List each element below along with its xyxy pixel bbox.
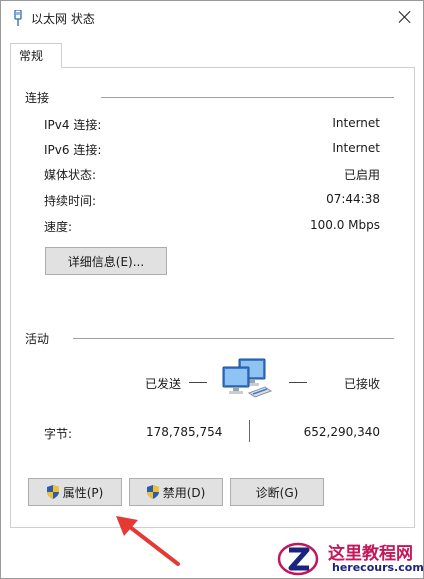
watermark-logo-icon [277, 542, 319, 576]
title-bar[interactable]: 以太网 状态 [1, 1, 423, 35]
speed-label: 速度: [44, 220, 73, 234]
sent-dash [189, 382, 207, 383]
ipv6-value: Internet [332, 141, 380, 155]
received-dash [289, 382, 307, 383]
network-computers-icon [222, 358, 273, 398]
watermark-url: herecours.com [332, 561, 424, 574]
activity-section-title: 活动 [25, 332, 50, 346]
status-window: 以太网 状态 常规 连接 IPv4 连接: Internet IPv6 连接: … [0, 0, 424, 579]
ipv4-label: IPv4 连接: [44, 118, 102, 132]
properties-button[interactable]: 属性(P) [28, 478, 122, 506]
uac-shield-icon [46, 485, 59, 499]
general-panel [10, 67, 415, 528]
sent-label: 已发送 [145, 377, 182, 391]
details-button-label: 详细信息(E)... [67, 254, 145, 269]
media-state-value: 已启用 [343, 168, 380, 182]
tab-general[interactable]: 常规 [10, 43, 62, 68]
diagnose-button-label: 诊断(G) [255, 485, 299, 500]
bytes-label: 字节: [44, 427, 73, 441]
ipv6-label: IPv6 连接: [44, 143, 102, 157]
disable-button-label: 禁用(D) [162, 485, 206, 500]
properties-button-label: 属性(P) [62, 485, 104, 500]
speed-value: 100.0 Mbps [309, 218, 380, 232]
bytes-separator [249, 420, 250, 442]
disable-button[interactable]: 禁用(D) [129, 478, 223, 506]
connection-section-title: 连接 [25, 91, 50, 105]
activity-divider [73, 338, 394, 339]
uac-shield-icon [146, 485, 159, 499]
watermark: 这里教程网 herecours.com [276, 535, 424, 579]
close-icon[interactable] [397, 9, 413, 25]
bytes-received-value: 652,290,340 [303, 425, 380, 439]
annotation-arrow-icon [116, 516, 180, 566]
duration-label: 持续时间: [44, 194, 97, 208]
bytes-sent-value: 178,785,754 [146, 425, 223, 439]
received-label: 已接收 [344, 377, 381, 391]
details-button[interactable]: 详细信息(E)... [45, 247, 167, 275]
diagnose-button[interactable]: 诊断(G) [230, 478, 324, 506]
duration-value: 07:44:38 [326, 192, 380, 206]
window-title: 以太网 状态 [31, 12, 95, 26]
ethernet-plug-icon [14, 10, 22, 26]
connection-divider [101, 97, 394, 98]
ipv4-value: Internet [332, 116, 380, 130]
media-state-label: 媒体状态: [44, 168, 97, 182]
